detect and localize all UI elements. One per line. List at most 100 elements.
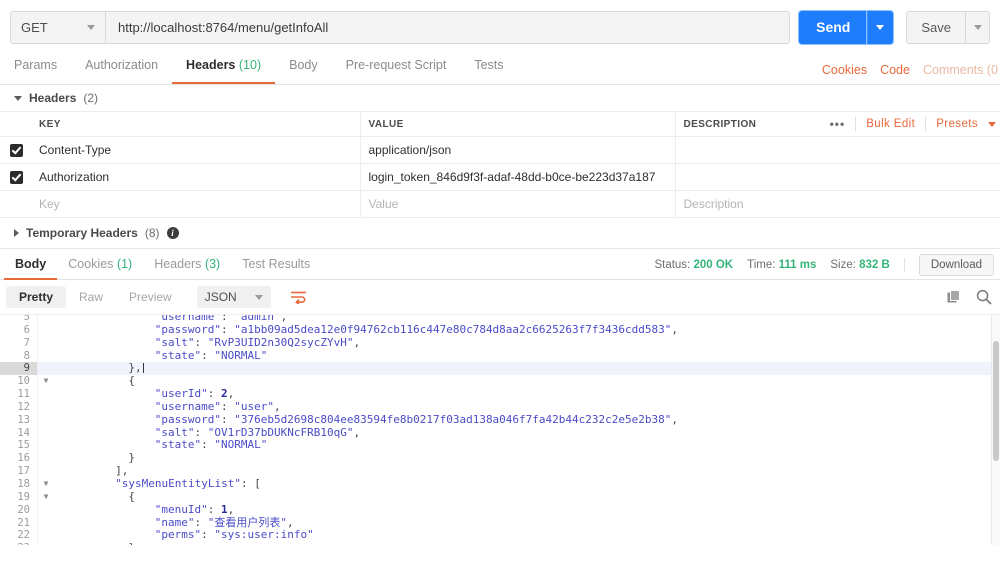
code-line[interactable]: 9}, (0, 361, 1000, 376)
table-row[interactable]: Authorization login_token_846d9f3f-adaf-… (0, 163, 1000, 191)
code-line[interactable]: 22 "perms": "sys:user:info" (0, 528, 1000, 543)
url-input[interactable] (105, 10, 791, 44)
status-label: Status: (654, 258, 691, 271)
code-line[interactable]: 10 ▼ { (0, 374, 1000, 389)
word-wrap-toggle[interactable] (287, 286, 311, 308)
code-line[interactable]: 18 ▼ "sysMenuEntityList": [ (0, 476, 1000, 491)
header-key[interactable]: Authorization (33, 163, 361, 191)
code-line[interactable]: 14 "salt": "OV1rD37bDUKNcFRB10qG", (0, 426, 1000, 440)
code-line[interactable]: 19 ▼ { (0, 490, 1000, 504)
size-value: 832 B (859, 258, 890, 271)
header-description-placeholder[interactable]: Description (675, 191, 1000, 218)
code-line[interactable]: 21 "name": "查看用户列表", (0, 516, 1000, 530)
tab-label: Body (15, 256, 47, 271)
save-button-group: Save (906, 10, 990, 44)
code-line-number: 13 (0, 413, 38, 427)
code-link[interactable]: Code (880, 63, 910, 77)
response-tab-cookies[interactable]: Cookies (1) (57, 249, 143, 280)
time-value: 111 ms (778, 258, 817, 271)
comments-link[interactable]: Comments (0 (923, 63, 998, 77)
body-format-select[interactable]: JSON (196, 286, 271, 308)
header-description[interactable] (675, 137, 1000, 164)
tab-pre-request-script[interactable]: Pre-request Script (332, 47, 461, 84)
search-icon (976, 289, 992, 305)
response-tab-test-results[interactable]: Test Results (231, 249, 321, 280)
download-button[interactable]: Download (918, 253, 994, 276)
http-method-label: GET (21, 19, 48, 35)
code-line[interactable]: 13 "password": "376eb5d2698c804ee83594fe8… (0, 413, 1000, 427)
headers-section-title: Headers (29, 91, 77, 105)
save-button[interactable]: Save (906, 10, 965, 44)
presets-button[interactable]: Presets (936, 118, 978, 130)
format-tab-pretty[interactable]: Pretty (6, 286, 67, 308)
send-options-button[interactable] (867, 10, 894, 44)
headers-section-toggle[interactable]: Headers (2) (0, 85, 1000, 111)
response-tab-body[interactable]: Body (4, 249, 58, 280)
code-line[interactable]: 11 "userId": 2, (0, 387, 1000, 401)
code-line[interactable]: 8 "state": "NORMAL" (0, 349, 1000, 363)
header-description[interactable] (675, 164, 1000, 191)
chevron-down-icon (254, 294, 263, 300)
header-value[interactable]: login_token_846d9f3f-adaf-48dd-b0ce-be22… (360, 163, 676, 191)
code-fold-toggle-icon[interactable]: ▼ (38, 478, 54, 491)
code-line-number: 21 (0, 516, 38, 530)
send-button[interactable]: Send (799, 10, 868, 44)
code-line[interactable]: 16} (0, 451, 1000, 466)
table-row[interactable]: Content-Type application/json (0, 136, 1000, 164)
headers-table-head: KEY VALUE DESCRIPTION ••• Bulk Edit Pres… (0, 111, 1000, 137)
response-tab-headers[interactable]: Headers (3) (143, 249, 231, 280)
tab-tests[interactable]: Tests (460, 47, 517, 84)
tab-label: Headers (186, 58, 236, 72)
code-line[interactable]: 7 "salt": "RvP3UID2n30Q2sycZYvH", (0, 336, 1000, 350)
format-tab-raw[interactable]: Raw (66, 286, 116, 308)
request-tabs-actions: Cookies Code Comments (0 (822, 63, 1000, 77)
tab-count: (10) (238, 58, 262, 72)
header-key[interactable]: Content-Type (33, 136, 361, 164)
response-body-code[interactable]: 5 "username": "admin", 6 "password": "a1bb0… (0, 314, 1000, 545)
table-row-empty[interactable]: Key Value Description (0, 190, 1000, 218)
header-row-checkbox-cell (0, 164, 33, 191)
tab-label: Cookies (68, 256, 114, 271)
header-column-value: VALUE (360, 111, 676, 137)
tab-body[interactable]: Body (275, 47, 332, 84)
code-line-number: 18 (0, 477, 38, 491)
code-line[interactable]: 6 "password": "a1bb09ad5dea12e0f94762cb11… (0, 323, 1000, 337)
code-line[interactable]: 15 "state": "NORMAL" (0, 439, 1000, 453)
temporary-headers-toggle[interactable]: Temporary Headers (8) i (0, 218, 1000, 248)
body-toolbar: Pretty Raw Preview JSON (0, 280, 1000, 314)
format-tab-preview[interactable]: Preview (116, 286, 185, 308)
tab-count: (1) (116, 256, 133, 271)
chevron-down-icon (973, 24, 982, 30)
code-fold-toggle-icon[interactable]: ▼ (38, 375, 54, 388)
cookies-link[interactable]: Cookies (822, 63, 867, 77)
header-row-checkbox[interactable] (10, 171, 23, 185)
header-value-placeholder[interactable]: Value (360, 190, 676, 218)
code-scrollbar-thumb[interactable] (993, 341, 999, 461)
tab-headers[interactable]: Headers (10) (172, 47, 276, 84)
code-line-content: }, (90, 541, 141, 545)
code-fold-toggle-icon[interactable]: ▼ (38, 491, 54, 504)
code-line[interactable]: 20 "menuId": 1, (0, 503, 1000, 517)
code-scrollbar-track[interactable] (991, 315, 1000, 545)
code-line-content: "sysMenuEntityList": [ (115, 476, 261, 490)
code-line-number: 7 (0, 336, 38, 350)
save-options-button[interactable] (965, 10, 990, 44)
more-options-icon[interactable]: ••• (830, 117, 846, 131)
copy-button[interactable] (947, 289, 962, 305)
http-method-select[interactable]: GET (10, 10, 105, 44)
info-icon[interactable]: i (166, 227, 179, 239)
code-rows: 5 "username": "admin", 6 "password": "a1bb0… (0, 315, 1000, 545)
temporary-headers-count: (8) (144, 226, 160, 240)
header-row-checkbox[interactable] (10, 144, 23, 158)
tab-label: Authorization (85, 58, 159, 72)
header-value[interactable]: application/json (360, 136, 676, 164)
tab-params[interactable]: Params (10, 47, 71, 84)
bulk-edit-button[interactable]: Bulk Edit (866, 118, 915, 130)
search-button[interactable] (976, 289, 992, 305)
body-format-label: JSON (204, 290, 237, 304)
tab-authorization[interactable]: Authorization (71, 47, 172, 84)
code-line[interactable]: 23}, (0, 541, 1000, 545)
chevron-down-icon (876, 24, 885, 30)
code-line-number: 9 (0, 362, 38, 376)
header-key-placeholder[interactable]: Key (33, 190, 361, 218)
